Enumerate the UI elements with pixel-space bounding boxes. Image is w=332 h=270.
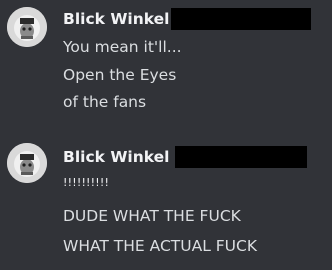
message-group: Blick Winkel !!!!!!!!!! DUDE WHAT THE FU… — [0, 0, 332, 270]
chat-log: Blick Winkel You mean it'll... Open the … — [0, 0, 332, 270]
user-avatar-icon[interactable] — [7, 143, 47, 183]
message-line: WHAT THE ACTUAL FUCK — [63, 237, 257, 255]
username[interactable]: Blick Winkel — [63, 147, 170, 167]
message-line: DUDE WHAT THE FUCK — [63, 207, 241, 225]
message-line: !!!!!!!!!! — [63, 176, 110, 189]
redacted-block — [175, 146, 307, 168]
